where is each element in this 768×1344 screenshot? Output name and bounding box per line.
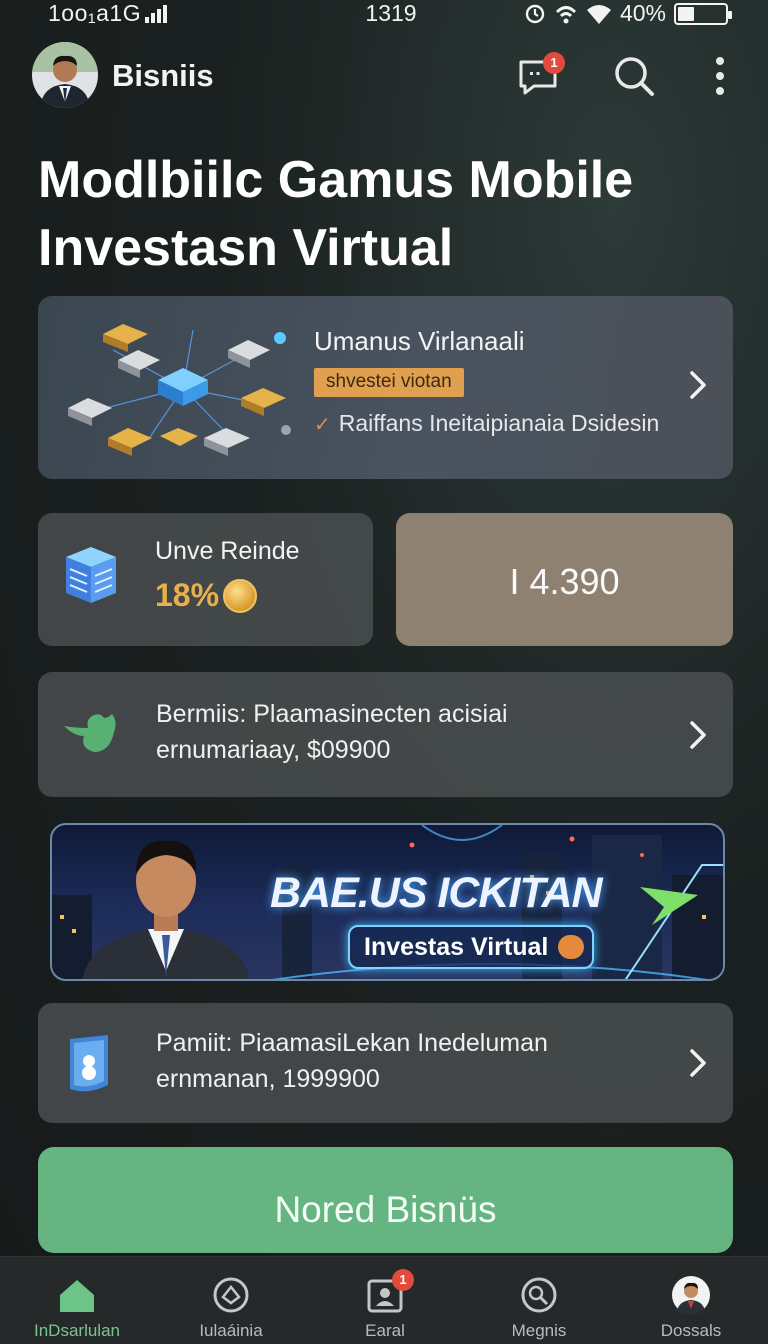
- info-card-1-line2: ernumariaay, $09900: [156, 736, 391, 764]
- profile-icon: [672, 1276, 710, 1314]
- shield-lock-icon: [70, 1035, 108, 1092]
- nav-label-profile: Dossals: [660, 1321, 722, 1340]
- search-people-icon: [521, 1277, 557, 1313]
- info-card-1[interactable]: Bermiis: Plaamasinecten acisiai ernumari…: [38, 672, 733, 797]
- battery-percent: 40%: [619, 0, 666, 26]
- stat-value: 18%: [155, 577, 220, 613]
- more-vertical-icon: [716, 57, 724, 95]
- app-header: Bisniis 1: [0, 40, 768, 112]
- page-title: Modlbiilc Gamus Mobile Investasn Virtual: [38, 146, 738, 282]
- alarm-icon: [525, 4, 545, 23]
- cta-button[interactable]: Nored Bisnüs: [38, 1147, 733, 1253]
- nav-item-profile[interactable]: Dossals: [614, 1257, 768, 1344]
- server-stack-icon: [66, 547, 116, 603]
- banner-pill-label: Investas Virtual: [364, 933, 549, 961]
- battery-icon: [674, 2, 732, 25]
- nav-item-explore[interactable]: Iulaáinia: [154, 1257, 308, 1344]
- nav-item-search-people[interactable]: Megnis: [462, 1257, 616, 1344]
- featured-card[interactable]: Umanus Virlanaali shvestei viotan ✓ Raiff…: [38, 296, 733, 479]
- hotspot-icon: [555, 5, 577, 23]
- messages-button[interactable]: 1: [516, 52, 565, 98]
- nav-label-portfolio: Earal: [365, 1321, 405, 1340]
- info-card-2-line1: Pamiit: PiaamasiLekan Inedeluman: [156, 1029, 548, 1057]
- more-button[interactable]: [700, 54, 740, 98]
- chevron-right-icon: [690, 721, 706, 749]
- coins-icon: [558, 935, 585, 959]
- bottom-nav: InDsarlulan Iulaáinia 1 Earal Megnis Dos…: [0, 1256, 768, 1344]
- search-icon: [615, 57, 654, 96]
- app-title: Bisniis: [112, 58, 214, 93]
- banner-title: BAE.US ICKITAN: [270, 869, 603, 917]
- explore-icon: [213, 1277, 249, 1313]
- nav-label-explore: Iulaáinia: [199, 1321, 263, 1340]
- featured-title: Umanus Virlanaali: [314, 326, 525, 356]
- wifi-icon: [586, 4, 611, 24]
- page-title-line2: Investasn Virtual: [38, 219, 454, 277]
- nav-label-search-people: Megnis: [511, 1321, 567, 1340]
- nav-label-home: InDsarlulan: [34, 1321, 120, 1340]
- return-stat-card[interactable]: Unve Reinde 18%: [38, 513, 373, 646]
- featured-tag: shvestei viotan: [314, 368, 464, 397]
- info-card-2[interactable]: Pamiit: PiaamasiLekan Inedeluman ernmana…: [38, 1003, 733, 1123]
- promo-banner[interactable]: BAE.US ICKITAN Investas Virtual: [50, 823, 725, 981]
- status-right: 40%: [524, 0, 732, 27]
- check-icon: ✓: [314, 414, 331, 436]
- balance-card[interactable]: I 4.390: [396, 513, 733, 646]
- stat-value-row: 18%: [155, 577, 258, 614]
- featured-description: ✓ Raiffans Ineitaipianaia Dsidesin: [314, 410, 659, 437]
- status-bar: 1oo₁a1G 1319 40%: [0, 0, 768, 26]
- chevron-right-icon: [690, 1049, 706, 1077]
- info-card-1-line1: Bermiis: Plaamasinecten acisiai: [156, 700, 508, 728]
- battery-fill: [678, 6, 694, 21]
- messages-badge: 1: [543, 52, 565, 74]
- banner-pill-button[interactable]: Investas Virtual: [348, 925, 595, 969]
- avatar-image: [32, 42, 98, 108]
- chevron-right-icon: [690, 371, 706, 399]
- info-card-2-line2: ernmanan, 1999900: [156, 1065, 380, 1093]
- stat-label: Unve Reinde: [155, 537, 300, 565]
- bird-icon: [64, 714, 116, 752]
- page-title-line1: Modlbiilc Gamus Mobile: [38, 151, 634, 209]
- nav-item-portfolio[interactable]: 1 Earal: [308, 1257, 462, 1344]
- featured-description-text: Raiffans Ineitaipianaia Dsidesin: [338, 410, 660, 436]
- search-button[interactable]: [612, 54, 656, 98]
- portfolio-badge: 1: [392, 1269, 414, 1291]
- home-icon: [60, 1280, 94, 1312]
- nav-item-home[interactable]: InDsarlulan: [0, 1257, 154, 1344]
- avatar[interactable]: [32, 42, 98, 108]
- balance-value: I 4.390: [509, 561, 620, 602]
- isometric-network-icon: [68, 324, 291, 456]
- coin-icon: [223, 578, 258, 613]
- businessman-image: [82, 840, 250, 979]
